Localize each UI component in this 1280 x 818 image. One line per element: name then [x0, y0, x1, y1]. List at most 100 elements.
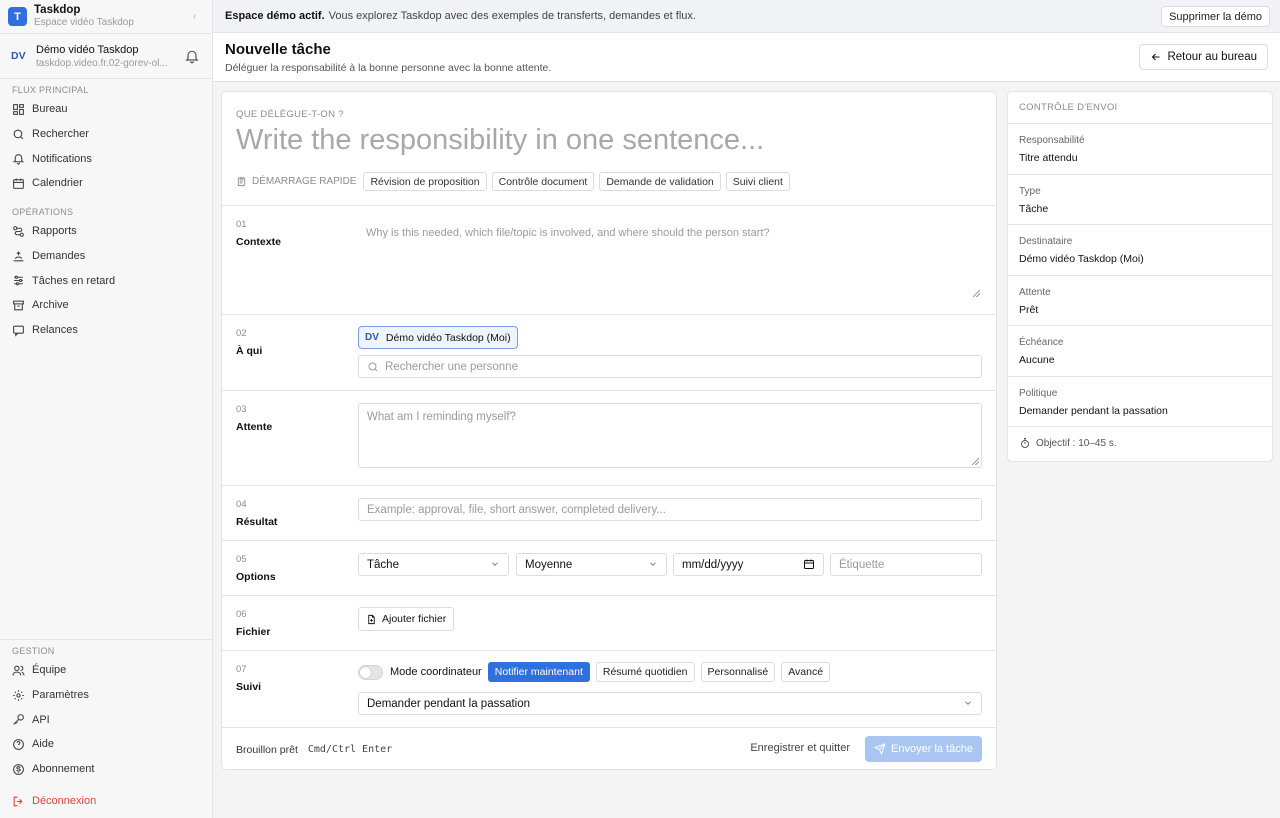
due-date-input[interactable]: mm/dd/yyyy: [673, 553, 824, 576]
panel-value: Titre attendu: [1019, 152, 1078, 164]
sidebar-item-taches-retard[interactable]: Tâches en retard: [0, 268, 212, 293]
sidebar-item-demandes[interactable]: Demandes: [0, 244, 212, 269]
task-title-input[interactable]: Write the responsibility in one sentence…: [236, 124, 764, 157]
avatar: DV: [365, 332, 379, 343]
sidebar-item-equipe[interactable]: Équipe: [0, 658, 212, 683]
sidebar-item-calendrier[interactable]: Calendrier: [0, 171, 212, 196]
sidebar-item-bureau[interactable]: Bureau: [0, 97, 212, 122]
send-label: Envoyer la tâche: [891, 743, 973, 755]
sidebar-item-archive[interactable]: Archive: [0, 293, 212, 318]
sidebar-item-rapports[interactable]: Rapports: [0, 219, 212, 244]
tag-input[interactable]: Étiquette: [830, 553, 982, 576]
panel-value: Aucune: [1019, 354, 1055, 366]
back-to-dashboard-button[interactable]: Retour au bureau: [1139, 44, 1268, 70]
resize-handle-icon[interactable]: [973, 290, 980, 297]
quick-chip-validation[interactable]: Demande de validation: [599, 172, 721, 191]
file-plus-icon: [368, 614, 375, 624]
policy-value: Demander pendant la passation: [367, 697, 531, 710]
priority-value: Moyenne: [525, 558, 573, 571]
sidebar-item-api[interactable]: API: [0, 707, 212, 732]
key-icon: [13, 714, 24, 725]
sidebar-item-label: API: [32, 713, 50, 726]
tag-placeholder: Étiquette: [839, 558, 885, 571]
panel-row-policy: Politique Demander pendant la passation: [1008, 377, 1272, 427]
priority-select[interactable]: Moyenne: [516, 553, 667, 576]
sidebar-item-aide[interactable]: Aide: [0, 732, 212, 757]
search-icon: [13, 129, 24, 139]
row-file: 06 Fichier Ajouter fichier: [222, 596, 996, 651]
type-select[interactable]: Tâche: [358, 553, 509, 576]
sidebar-item-label: Calendrier: [32, 177, 83, 190]
row-options: 05 Options Tâche Moyenne mm/dd/yyyy Étiq…: [222, 541, 996, 596]
mode-advanced[interactable]: Avancé: [781, 662, 831, 682]
panel-row-due: Échéance Aucune: [1008, 326, 1272, 377]
quick-chip-client[interactable]: Suivi client: [725, 172, 790, 191]
expectation-placeholder: What am I reminding myself?: [367, 411, 516, 423]
result-placeholder: Example: approval, file, short answer, c…: [367, 503, 666, 516]
quick-chip-document[interactable]: Contrôle document: [491, 172, 595, 191]
search-placeholder: Rechercher une personne: [385, 360, 518, 373]
row-assignee: 02 À qui DV Démo vidéo Taskdop (Moi) Rec…: [222, 315, 996, 391]
row-number: 03: [236, 404, 247, 415]
person-search-input[interactable]: Rechercher une personne: [358, 355, 982, 378]
section-label-main: Flux principal: [12, 85, 89, 95]
brand-switcher[interactable]: T Taskdop Espace vidéo Taskdop ‹: [0, 0, 212, 34]
logout-icon: [13, 796, 23, 807]
banner-title: Espace démo actif.: [225, 10, 325, 22]
result-input[interactable]: Example: approval, file, short answer, c…: [358, 498, 982, 521]
row-number: 04: [236, 499, 247, 510]
sidebar-item-notifications[interactable]: Notifications: [0, 146, 212, 171]
panel-value: Prêt: [1019, 303, 1039, 316]
panel-label: Attente: [1019, 286, 1051, 298]
add-file-button[interactable]: Ajouter fichier: [358, 607, 455, 631]
collapse-chevron-icon[interactable]: ‹: [193, 11, 196, 21]
gear-icon: [13, 689, 24, 701]
resize-handle-icon[interactable]: [972, 458, 979, 465]
avatar: DV: [11, 50, 26, 62]
help-icon: [13, 738, 24, 750]
selected-assignee[interactable]: DV Démo vidéo Taskdop (Moi): [358, 326, 518, 349]
sidebar-item-label: Aide: [32, 738, 55, 751]
mode-custom[interactable]: Personnalisé: [700, 662, 776, 682]
user-profile[interactable]: DV Démo vidéo Taskdop taskdop.video.fr.0…: [0, 34, 212, 79]
sidebar-item-parametres[interactable]: Paramètres: [0, 683, 212, 708]
sidebar-item-label: Bureau: [32, 103, 68, 116]
panel-value: Démo vidéo Taskdop (Moi): [1019, 253, 1144, 265]
sidebar-item-relances[interactable]: Relances: [0, 318, 212, 343]
policy-select[interactable]: Demander pendant la passation: [358, 692, 982, 715]
logout-button[interactable]: Déconnexion: [0, 789, 212, 814]
panel-label: Destinataire: [1019, 236, 1073, 247]
row-number: 01: [236, 219, 247, 230]
add-file-label: Ajouter fichier: [382, 613, 447, 625]
mode-notify-now[interactable]: Notifier maintenant: [487, 662, 590, 682]
back-button-label: Retour au bureau: [1167, 51, 1257, 63]
quick-chip-proposal[interactable]: Révision de proposition: [363, 172, 487, 191]
section-label-operations: Opérations: [12, 207, 74, 217]
panel-value: Tâche: [1019, 202, 1049, 215]
page-title: Nouvelle tâche: [225, 41, 331, 58]
expectation-textarea[interactable]: What am I reminding myself?: [358, 403, 982, 468]
bell-icon[interactable]: [184, 48, 200, 64]
archive-icon: [13, 300, 24, 311]
sidebar-item-label: Relances: [32, 324, 78, 337]
panel-goal: Objectif : 10–45 s.: [1008, 427, 1272, 459]
delete-demo-button[interactable]: Supprimer la démo: [1161, 6, 1270, 27]
coordinator-toggle[interactable]: [358, 664, 383, 680]
calendar-icon: [13, 178, 24, 189]
send-task-button[interactable]: Envoyer la tâche: [865, 736, 982, 762]
send-control-panel: Contrôle d'envoi Responsabilité Titre at…: [1007, 91, 1273, 462]
calendar-icon[interactable]: [803, 558, 815, 570]
form-footer: Brouillon prêt Cmd/Ctrl Enter Enregistre…: [222, 728, 996, 769]
task-title-section: Que délègue-t-on ? Write the responsibil…: [222, 92, 996, 206]
hand-icon: [13, 250, 24, 261]
save-and-quit-button[interactable]: Enregistrer et quitter: [750, 742, 850, 754]
arrow-left-icon: [1152, 53, 1160, 61]
row-expectation: 03 Attente What am I reminding myself?: [222, 391, 996, 486]
logout-label: Déconnexion: [32, 795, 97, 808]
sidebar-item-rechercher[interactable]: Rechercher: [0, 122, 212, 147]
mode-daily-summary[interactable]: Résumé quotidien: [595, 662, 695, 682]
sidebar-item-label: Paramètres: [32, 689, 89, 702]
sidebar-item-abonnement[interactable]: Abonnement: [0, 757, 212, 782]
context-textarea[interactable]: Why is this needed, which file/topic is …: [358, 227, 982, 299]
row-number: 06: [236, 609, 247, 620]
